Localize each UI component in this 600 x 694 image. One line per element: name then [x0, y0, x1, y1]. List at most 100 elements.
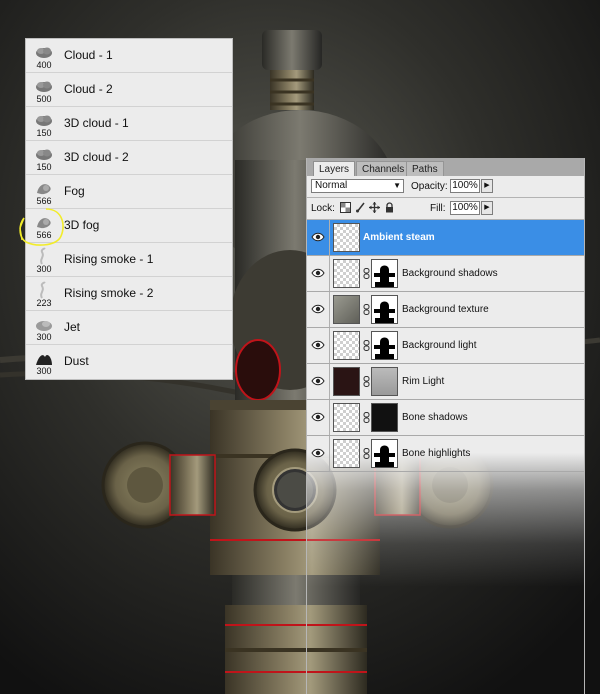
blend-mode-value: Normal [315, 180, 348, 191]
brush-size: 300 [36, 366, 52, 376]
dropdown-arrow-icon: ▼ [393, 181, 401, 190]
layer-name: Rim Light [402, 376, 445, 387]
link-chain-icon[interactable] [363, 376, 370, 387]
panel-tab-bar: Layers Channels Paths [307, 158, 584, 176]
brush-size: 500 [36, 94, 52, 104]
layer-name: Bone shadows [402, 412, 468, 423]
layer-thumbnail [333, 295, 360, 324]
brush-name: 3D fog [64, 218, 100, 232]
layer-thumbnail [333, 223, 360, 252]
brush-preset-item[interactable]: 150 3D cloud - 2 [26, 141, 232, 175]
layer-row[interactable]: Rim Light [307, 364, 584, 400]
brush-preset-item[interactable]: 300 Rising smoke - 1 [26, 243, 232, 277]
layer-list: Ambient steam Background shadows Backgroun… [307, 220, 584, 472]
visibility-eye-icon[interactable] [307, 220, 330, 255]
cloud-brush-icon [33, 111, 55, 129]
layer-name: Background light [402, 340, 477, 351]
link-chain-icon[interactable] [363, 268, 370, 279]
link-chain-icon[interactable] [363, 448, 370, 459]
dust-brush-icon [33, 349, 55, 367]
blend-mode-select[interactable]: Normal ▼ [311, 179, 404, 193]
layer-row[interactable]: Bone shadows [307, 400, 584, 436]
layer-mask-thumbnail [371, 403, 398, 432]
layers-panel: Layers Channels Paths Normal ▼ Opacity: … [306, 158, 585, 694]
layer-mask-thumbnail [371, 439, 398, 468]
lock-label: Lock: [311, 203, 335, 214]
brush-preset-item[interactable]: 400 Cloud - 1 [26, 39, 232, 73]
brush-name: Fog [64, 184, 85, 198]
link-chain-icon[interactable] [363, 304, 370, 315]
visibility-eye-icon[interactable] [307, 364, 330, 399]
brush-name: Dust [64, 354, 89, 368]
brush-size: 400 [36, 60, 52, 70]
brush-preset-item[interactable]: 150 3D cloud - 1 [26, 107, 232, 141]
brush-name: 3D cloud - 2 [64, 150, 129, 164]
tab-layers[interactable]: Layers [313, 161, 356, 176]
layer-thumbnail [333, 259, 360, 288]
brush-preset-item[interactable]: 300 Jet [26, 311, 232, 345]
layer-thumbnail [333, 331, 360, 360]
brush-preset-item[interactable]: 300 Dust [26, 345, 232, 379]
fill-slider-arrow-icon[interactable]: ▶ [481, 201, 493, 215]
lock-position-icon[interactable] [369, 202, 380, 213]
cloud-brush-icon [33, 77, 55, 95]
lock-image-pixels-icon[interactable] [355, 202, 366, 213]
brush-name: Jet [64, 320, 81, 334]
layer-thumbnail [333, 367, 360, 396]
fill-field[interactable]: 100% [450, 201, 480, 215]
visibility-eye-icon[interactable] [307, 436, 330, 471]
layer-name: Bone highlights [402, 448, 471, 459]
brush-size: 150 [36, 162, 52, 172]
highlight-circle-annotation [19, 208, 64, 246]
brush-size: 300 [36, 264, 52, 274]
link-chain-icon[interactable] [363, 340, 370, 351]
brush-preset-item[interactable]: 223 Rising smoke - 2 [26, 277, 232, 311]
brush-name: 3D cloud - 1 [64, 116, 129, 130]
visibility-eye-icon[interactable] [307, 256, 330, 291]
layer-row[interactable]: Background shadows [307, 256, 584, 292]
lock-fill-row: Lock: Fill: 100% ▶ [307, 198, 584, 219]
fog-brush-icon [33, 179, 55, 197]
brush-size: 150 [36, 128, 52, 138]
opacity-field[interactable]: 100% [450, 179, 480, 193]
brush-name: Rising smoke - 1 [64, 252, 154, 266]
lock-transparent-pixels-icon[interactable] [340, 202, 351, 213]
smoke-brush-icon [33, 247, 55, 265]
layer-name: Background shadows [402, 268, 498, 279]
lock-all-icon[interactable] [384, 202, 395, 213]
brush-size: 300 [36, 332, 52, 342]
layer-thumbnail [333, 403, 360, 432]
visibility-eye-icon[interactable] [307, 400, 330, 435]
layer-mask-thumbnail [371, 331, 398, 360]
layer-thumbnail [333, 439, 360, 468]
brush-size: 566 [36, 196, 52, 206]
opacity-slider-arrow-icon[interactable]: ▶ [481, 179, 493, 193]
layer-row[interactable]: Bone highlights [307, 436, 584, 472]
visibility-eye-icon[interactable] [307, 292, 330, 327]
layer-row[interactable]: Background light [307, 328, 584, 364]
layer-mask-thumbnail [371, 295, 398, 324]
layer-row[interactable]: Ambient steam [307, 220, 584, 256]
brush-name: Cloud - 2 [64, 82, 113, 96]
brush-preset-item[interactable]: 500 Cloud - 2 [26, 73, 232, 107]
brush-size: 223 [36, 298, 52, 308]
brush-name: Rising smoke - 2 [64, 286, 154, 300]
visibility-eye-icon[interactable] [307, 328, 330, 363]
layer-mask-thumbnail [371, 259, 398, 288]
smoke-brush-icon [33, 281, 55, 299]
brush-preset-item[interactable]: 566 Fog [26, 175, 232, 209]
opacity-label: Opacity: [411, 181, 448, 192]
layer-row[interactable]: Background texture [307, 292, 584, 328]
layer-name: Ambient steam [363, 232, 435, 243]
link-chain-icon[interactable] [363, 412, 370, 423]
cloud-brush-icon [33, 145, 55, 163]
jet-brush-icon [33, 315, 55, 333]
tab-channels[interactable]: Channels [356, 161, 411, 176]
fill-label: Fill: [430, 203, 446, 214]
blend-opacity-row: Normal ▼ Opacity: 100% ▶ [307, 176, 584, 197]
cloud-brush-icon [33, 43, 55, 61]
layer-name: Background texture [402, 304, 489, 315]
layer-mask-thumbnail [371, 367, 398, 396]
tab-paths[interactable]: Paths [406, 161, 444, 176]
brush-name: Cloud - 1 [64, 48, 113, 62]
